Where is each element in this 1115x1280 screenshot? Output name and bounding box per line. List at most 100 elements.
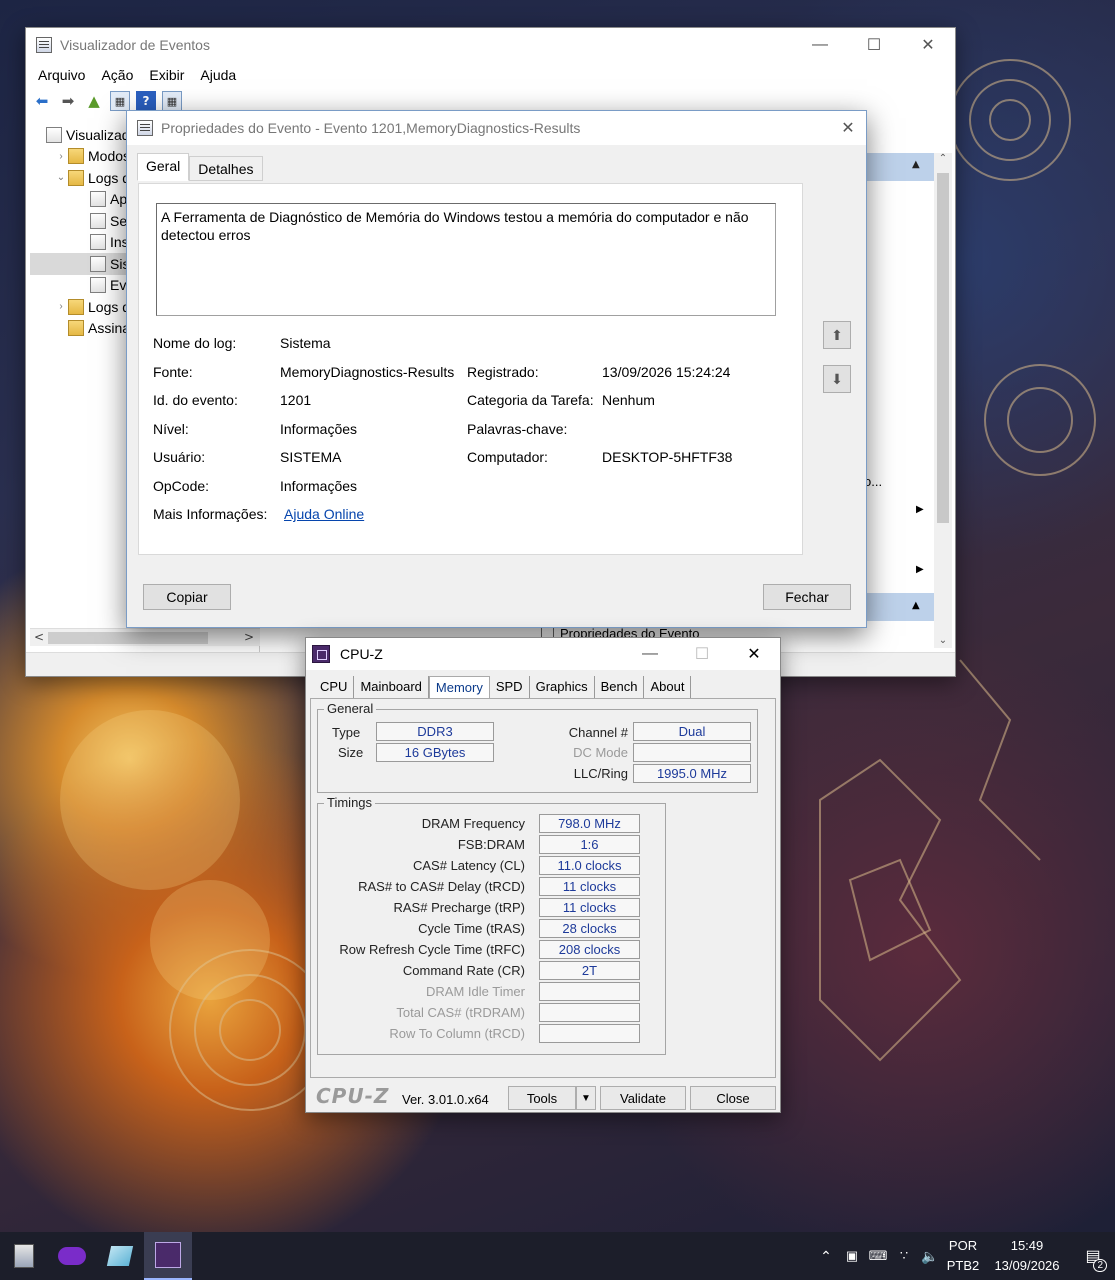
timing-value: 798.0 MHz: [539, 814, 640, 833]
action-pane-icon[interactable]: ▦: [162, 91, 182, 111]
tab-about[interactable]: About: [644, 676, 692, 698]
tab-bench[interactable]: Bench: [595, 676, 645, 698]
next-event-button[interactable]: ⬇: [823, 365, 851, 393]
expanded-chevron-icon[interactable]: ⌄: [54, 172, 68, 183]
scroll-up-icon[interactable]: ⌃: [934, 153, 952, 164]
timing-label: Row To Column (tRCD): [389, 1026, 525, 1041]
scroll-down-icon[interactable]: ⌄: [934, 635, 952, 646]
notepad-app-icon: [106, 1246, 134, 1266]
cpuz-footer-close-button[interactable]: Close: [690, 1086, 776, 1110]
level-value: Informações: [280, 421, 358, 437]
arrow-down-icon: ⬇: [831, 370, 843, 387]
cpuz-maximize-button[interactable]: ☐: [676, 638, 728, 670]
event-id-label: Id. do evento:: [153, 392, 238, 408]
source-value: MemoryDiagnostics-Results: [280, 364, 455, 380]
tab-memory[interactable]: Memory: [428, 676, 490, 698]
cpuz-logo: CPU-Z: [316, 1084, 390, 1108]
timing-label: Cycle Time (tRAS): [418, 921, 525, 936]
volume-icon[interactable]: 🔈: [917, 1248, 943, 1265]
taskbar-event-viewer[interactable]: [0, 1232, 48, 1280]
collapse-up-icon[interactable]: ▲: [912, 600, 920, 611]
language-indicator[interactable]: POR PTB2: [943, 1236, 983, 1276]
notification-center-button[interactable]: ▤ 2: [1071, 1232, 1115, 1280]
system-tray: ⌃ ▣ ⌨ ∵ 🔈 POR PTB2 15:49 13/09/2026 ▤ 2: [813, 1232, 1115, 1280]
menu-arquivo[interactable]: Arquivo: [30, 67, 93, 83]
dialog-titlebar: Propriedades do Evento - Evento 1201,Mem…: [127, 111, 866, 145]
tools-dropdown-button[interactable]: ▼: [576, 1086, 596, 1110]
forward-arrow-icon[interactable]: ➡: [58, 91, 78, 111]
submenu-arrow-icon[interactable]: ▶: [916, 564, 924, 575]
scroll-left-icon[interactable]: <: [34, 630, 44, 644]
maximize-button[interactable]: ☐: [847, 28, 901, 62]
menu-acao[interactable]: Ação: [93, 67, 141, 83]
type-value: DDR3: [376, 722, 494, 741]
tab-cpu[interactable]: CPU: [314, 676, 355, 698]
cpuz-close-button[interactable]: ✕: [728, 638, 780, 670]
dialog-close-button[interactable]: ✕: [830, 111, 866, 145]
timings-group: Timings DRAM Frequency 798.0 MHz FSB:DRAM 1…: [317, 795, 666, 1055]
dialog-title: Propriedades do Evento - Evento 1201,Mem…: [161, 120, 581, 136]
folder-up-icon[interactable]: ▲: [84, 91, 104, 111]
tools-button[interactable]: Tools: [508, 1086, 576, 1110]
chevron-up-icon[interactable]: ⌃: [813, 1248, 839, 1265]
clock[interactable]: 15:49 13/09/2026: [983, 1236, 1071, 1276]
menu-ajuda[interactable]: Ajuda: [192, 67, 244, 83]
timing-value: 208 clocks: [539, 940, 640, 959]
level-label: Nível:: [153, 421, 189, 437]
tab-detalhes[interactable]: Detalhes: [189, 156, 263, 181]
close-button[interactable]: ✕: [901, 28, 955, 62]
vertical-scrollbar[interactable]: ⌃ ⌄: [934, 153, 952, 648]
collapsed-chevron-icon[interactable]: ›: [54, 301, 68, 312]
timing-label: RAS# Precharge (tRP): [393, 900, 526, 915]
type-label: Type: [332, 725, 361, 740]
cpuz-window: CPU-Z — ☐ ✕ CPU Mainboard Memory SPD Gra…: [305, 637, 781, 1113]
scroll-thumb[interactable]: [937, 173, 949, 523]
network-icon[interactable]: ∵: [891, 1248, 917, 1264]
cpuz-minimize-button[interactable]: —: [624, 638, 676, 670]
size-value: 16 GBytes: [376, 743, 494, 762]
arrow-up-icon: ⬆: [831, 326, 843, 343]
timing-label: FSB:DRAM: [457, 837, 525, 852]
tab-geral[interactable]: Geral: [137, 153, 190, 181]
collapse-up-icon[interactable]: ▲: [912, 159, 920, 170]
back-arrow-icon[interactable]: ⬅: [32, 91, 52, 111]
online-help-link[interactable]: Ajuda Online: [284, 506, 364, 522]
minimize-button[interactable]: —: [793, 28, 847, 62]
collapsed-chevron-icon[interactable]: ›: [54, 151, 68, 162]
tab-spd[interactable]: SPD: [490, 676, 530, 698]
event-viewer-app-icon: [14, 1244, 34, 1268]
timing-label: RAS# to CAS# Delay (tRCD): [358, 879, 525, 894]
event-description[interactable]: A Ferramenta de Diagnóstico de Memória d…: [156, 203, 776, 316]
timing-label: Command Rate (CR): [402, 963, 525, 978]
tree-horizontal-scrollbar[interactable]: < >: [30, 628, 260, 646]
timing-label: CAS# Latency (CL): [413, 858, 525, 873]
validate-button[interactable]: Validate: [600, 1086, 686, 1110]
timing-value: 1:6: [539, 835, 640, 854]
folder-icon: [68, 320, 84, 337]
taskbar-cpuz[interactable]: [144, 1232, 192, 1280]
meet-now-icon[interactable]: ▣: [839, 1248, 865, 1264]
language-label: POR: [948, 1238, 978, 1253]
source-label: Fonte:: [153, 364, 193, 380]
log-icon: [90, 234, 106, 251]
copy-button[interactable]: Copiar: [143, 584, 231, 610]
taskbar-app-3[interactable]: [96, 1232, 144, 1280]
submenu-arrow-icon[interactable]: ▶: [916, 504, 924, 515]
timing-value: [539, 1024, 640, 1043]
scroll-thumb-h[interactable]: [48, 632, 208, 644]
scroll-right-icon[interactable]: >: [244, 630, 254, 644]
input-method-icon[interactable]: ⌨: [865, 1248, 891, 1264]
dc-mode-value: [633, 743, 751, 762]
menu-exibir[interactable]: Exibir: [141, 67, 192, 83]
tab-mainboard[interactable]: Mainboard: [354, 676, 429, 698]
console-tree-icon[interactable]: ▦: [110, 91, 130, 111]
log-icon: [46, 126, 62, 143]
tab-graphics[interactable]: Graphics: [530, 676, 595, 698]
cpuz-taskbar-icon: [155, 1242, 181, 1268]
cpuz-titlebar: CPU-Z — ☐ ✕: [306, 638, 780, 670]
taskbar-app-2[interactable]: [48, 1232, 96, 1280]
previous-event-button[interactable]: ⬆: [823, 321, 851, 349]
cpuz-version: Ver. 3.01.0.x64: [402, 1092, 489, 1107]
close-dialog-button[interactable]: Fechar: [763, 584, 851, 610]
help-icon[interactable]: ?: [136, 91, 156, 111]
